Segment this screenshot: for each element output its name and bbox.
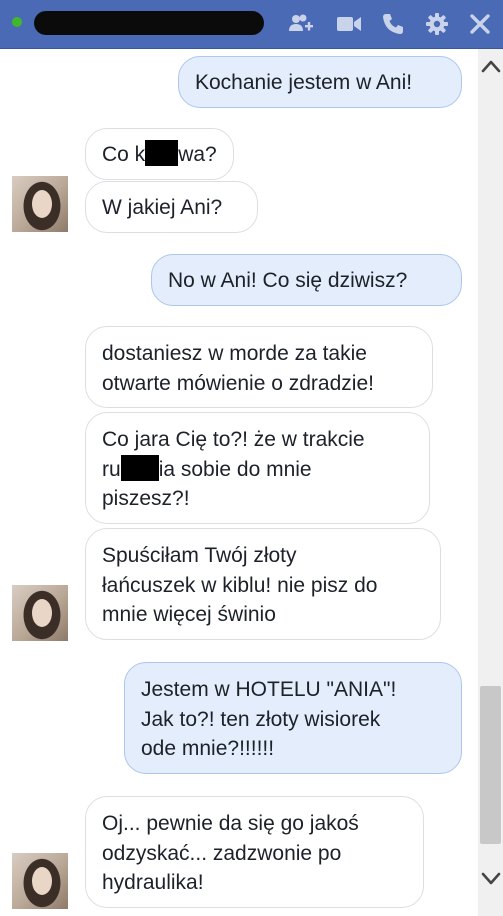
message-text: W jakiej Ani? bbox=[102, 196, 223, 219]
scroll-up-icon[interactable] bbox=[478, 49, 503, 83]
message-line: piszesz?! bbox=[102, 487, 190, 510]
message-received[interactable]: W jakiej Ani? bbox=[85, 181, 258, 233]
scroll-down-icon[interactable] bbox=[478, 862, 503, 896]
scroll-thumb[interactable] bbox=[480, 686, 501, 844]
message-received[interactable]: Spuściłam Twój złoty łańcuszek w kiblu! … bbox=[85, 528, 441, 640]
scrollbar[interactable] bbox=[478, 49, 503, 916]
message-line: łańcuszek w kiblu! nie pisz do bbox=[102, 573, 378, 597]
message-sent[interactable]: Kochanie jestem w Ani! bbox=[178, 56, 462, 108]
message-text: No w Ani! Co się dziwisz? bbox=[168, 269, 408, 292]
message-line: Jestem w HOTELU "ANIA"! bbox=[141, 678, 397, 701]
message-line: Oj... pewnie da się go jakoś bbox=[102, 812, 359, 835]
message-line: hydraulika! bbox=[102, 871, 204, 894]
message-line: otwarte mówienie o zdradzie! bbox=[102, 371, 374, 395]
contact-name-redacted[interactable] bbox=[34, 11, 264, 35]
avatar[interactable] bbox=[12, 585, 68, 641]
message-text: ru bbox=[102, 457, 121, 481]
avatar[interactable] bbox=[12, 853, 68, 909]
message-text: ia sobie do mnie bbox=[158, 457, 312, 481]
chat-header bbox=[0, 0, 503, 49]
avatar[interactable] bbox=[12, 176, 68, 232]
message-sent[interactable]: No w Ani! Co się dziwisz? bbox=[151, 254, 462, 306]
message-line: dostaniesz w morde za takie bbox=[102, 342, 367, 365]
online-status-icon bbox=[12, 17, 22, 27]
add-user-icon[interactable] bbox=[286, 10, 316, 38]
message-text: Kochanie jestem w Ani! bbox=[195, 71, 413, 94]
video-camera-icon[interactable] bbox=[334, 10, 364, 38]
message-line: Jak to?! ten złoty wisiorek bbox=[141, 707, 381, 731]
message-text: wa? bbox=[178, 143, 217, 166]
message-line: Co jara Cię to?! że w trakcie bbox=[102, 428, 365, 451]
redaction-bar bbox=[145, 140, 179, 166]
message-received[interactable]: Co jara Cię to?! że w trakcie ru ia sobie… bbox=[85, 412, 430, 524]
message-line: ode mnie?!!!!!! bbox=[141, 737, 275, 760]
message-received[interactable]: Oj... pewnie da się go jakoś odzyskać...… bbox=[85, 796, 424, 908]
gear-icon[interactable] bbox=[422, 10, 452, 38]
message-text: Co k bbox=[102, 143, 146, 166]
phone-icon[interactable] bbox=[378, 10, 408, 38]
redaction-bar bbox=[120, 454, 159, 481]
message-line: mnie więcej świnio bbox=[102, 603, 276, 626]
message-sent[interactable]: Jestem w HOTELU "ANIA"! Jak to?! ten zło… bbox=[124, 662, 462, 774]
message-received[interactable]: dostaniesz w morde za takie otwarte mówi… bbox=[85, 326, 433, 408]
close-icon[interactable] bbox=[465, 10, 495, 38]
message-received[interactable]: Co k wa? bbox=[85, 128, 234, 180]
message-line: Spuściłam Twój złoty bbox=[102, 544, 297, 567]
message-line: odzyskać... zadzwonie po bbox=[102, 841, 342, 865]
